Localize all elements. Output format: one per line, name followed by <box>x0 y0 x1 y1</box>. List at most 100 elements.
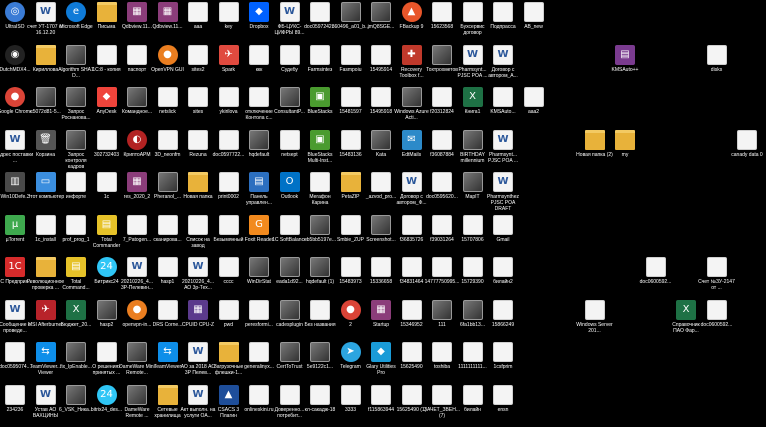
desktop-icon[interactable]: 1с_install <box>31 213 61 257</box>
desktop-icon[interactable]: Список на завод <box>183 213 213 257</box>
desktop-icon[interactable]: 15625490 (1) <box>397 383 427 427</box>
desktop-icon[interactable]: 24 Битрикс24 <box>92 255 122 299</box>
desktop-icon[interactable]: W Pharmsynthez PJSC POA DRAFT 1_class_18M… <box>487 170 519 214</box>
desktop-icon[interactable]: 15481597 <box>336 85 366 129</box>
desktop-icon[interactable]: f20312824 <box>427 85 457 129</box>
desktop-icon[interactable]: G Foxit Reader <box>244 213 274 257</box>
desktop-icon[interactable]: Запрос контроля кадров <box>61 128 91 172</box>
desktop-icon[interactable]: О решениях принятых ... <box>92 340 122 384</box>
desktop-icon[interactable]: X Книга1 <box>458 85 488 129</box>
desktop-icon[interactable]: doc0595074... <box>0 340 31 384</box>
desktop-icon[interactable]: Algorithm SHA1 D... <box>58 43 94 87</box>
desktop-icon[interactable]: cadesplugin <box>275 298 305 342</box>
desktop-icon[interactable]: Gmail <box>488 213 518 257</box>
desktop-icon[interactable]: ▥ Win10Defe... <box>0 170 30 214</box>
desktop-icon[interactable]: DameWare Mini Remote... <box>119 340 155 384</box>
desktop-icon[interactable]: Бухсервис договор <box>458 0 488 44</box>
desktop-icon[interactable]: f36835726 <box>397 213 427 257</box>
desktop-icon[interactable]: 15495918 <box>366 85 396 129</box>
desktop-icon[interactable]: ккк <box>244 43 274 87</box>
desktop-icon[interactable]: sites <box>183 85 213 129</box>
desktop-icon[interactable]: W Договор с автором_Ф... <box>396 170 427 214</box>
desktop-icon[interactable]: паспорт <box>122 43 152 87</box>
desktop-icon[interactable]: 1С:8 - копия <box>92 43 122 87</box>
desktop-icon[interactable]: fix_IpEnable... <box>60 340 92 384</box>
desktop-icon[interactable]: Rezuna <box>183 128 213 172</box>
desktop-icon[interactable]: ▭ Этот компьютер <box>27 170 64 214</box>
desktop-icon[interactable]: ● Google Chrome <box>0 85 33 129</box>
desktop-icon[interactable]: ▣ BlueStacks Multi-Inst... <box>305 128 335 172</box>
desktop-icon[interactable]: doc0600592... <box>701 298 732 342</box>
desktop-icon[interactable]: ▤ Панель управлен... <box>244 170 274 214</box>
desktop-icon[interactable]: 1С 1С Предприя... <box>0 255 32 299</box>
desktop-icon[interactable]: 15866249 <box>488 298 518 342</box>
desktop-icon[interactable]: Wсчет УТ-1707 от 16.12.20 <box>27 0 64 44</box>
desktop-icon[interactable]: 15623568 <box>427 0 457 44</box>
desktop-icon[interactable]: 234236 <box>0 383 30 427</box>
desktop-icon[interactable]: Судебу <box>275 43 305 87</box>
desktop-icon[interactable]: W ФБ-ЦУКС-ЦИФРЫ 89... <box>275 0 305 44</box>
desktop-icon[interactable]: Новая папка (2) <box>576 128 613 172</box>
desktop-icon[interactable]: ▤ Total Commander <box>92 213 122 257</box>
desktop-icon[interactable]: ▦ res_2020_2 <box>122 170 152 214</box>
desktop-icon[interactable]: DameWare Remote ... <box>122 383 152 427</box>
desktop-icon[interactable]: doc0595620... <box>426 170 458 214</box>
desktop-icon[interactable]: eada1d92... <box>275 255 305 299</box>
desktop-icon[interactable]: ⇆ TeamViewer <box>153 340 183 384</box>
desktop-icon[interactable]: canady data 0 <box>731 128 763 172</box>
desktop-icon[interactable]: ● openvpn-in... <box>122 298 152 342</box>
desktop-icon[interactable]: ▦ Startup <box>366 298 396 342</box>
desktop-icon[interactable]: AB_new <box>519 0 549 44</box>
desktop-icon[interactable]: ▣ BlueStacks <box>305 85 335 129</box>
desktop-icon[interactable]: key <box>214 0 244 44</box>
desktop-icon[interactable]: µ µTorrent <box>0 213 30 257</box>
desktop-icon[interactable]: ● 2 <box>336 298 366 342</box>
desktop-icon[interactable]: ensn <box>488 383 518 427</box>
desktop-icon[interactable]: Письма <box>92 0 122 44</box>
desktop-icon[interactable]: PetaZIP <box>336 170 366 214</box>
desktop-icon[interactable]: Pheranol_... <box>153 170 183 214</box>
desktop-icon[interactable]: ◉ DutchMDX4... <box>0 43 31 87</box>
desktop-icon[interactable]: 15495914 <box>366 43 396 87</box>
desktop-icon[interactable]: Kata <box>366 128 396 172</box>
desktop-icon[interactable]: doc0597242... <box>304 0 336 44</box>
desktop-icon[interactable]: W Договор с автором_A... <box>488 43 518 87</box>
desktop-icon[interactable]: Windows Azure Acti... <box>394 85 429 129</box>
desktop-icon[interactable]: 1с <box>92 170 122 214</box>
desktop-icon[interactable]: e Microsoft Edge <box>59 0 93 44</box>
desktop-icon[interactable]: onlineskini.ru <box>244 383 274 427</box>
desktop-icon[interactable]: hqdefault <box>244 128 274 172</box>
desktop-icon[interactable]: Загрузочные флешки-1... <box>214 340 244 384</box>
desktop-icon[interactable]: ▲ CSACS 3 Плагин <box>214 383 244 427</box>
desktop-icon[interactable]: Командное... <box>122 85 152 129</box>
desktop-icon[interactable]: f115863944 <box>366 383 396 427</box>
desktop-icon[interactable]: BIRTHDAY millennium <box>458 128 488 172</box>
desktop-icon[interactable]: f39031264 <box>427 213 457 257</box>
desktop-icon[interactable]: 1111111111... <box>458 340 488 384</box>
desktop-icon[interactable]: print0002 <box>214 170 244 214</box>
desktop-icon[interactable]: W Pharmsynt... PJSC POA ... <box>488 128 518 172</box>
desktop-icon[interactable]: Screenshot... <box>366 213 396 257</box>
desktop-icon[interactable]: 15729390 <box>458 255 488 299</box>
desktop-icon[interactable]: ✉ EdtMails <box>397 128 427 172</box>
desktop-icon[interactable]: my <box>610 128 640 172</box>
desktop-icon[interactable]: f34831464 <box>397 255 427 299</box>
desktop-icon[interactable]: 🗑 Корзина <box>31 128 61 172</box>
desktop-icon[interactable]: hqdefault (1) <box>305 255 335 299</box>
desktop-icon[interactable]: ✈ Spark <box>214 43 244 87</box>
desktop-icon[interactable]: ● OpenVPN GUI <box>151 43 184 87</box>
desktop-icon[interactable]: Windows Server 201... <box>576 298 613 342</box>
desktop-icon[interactable]: Smbie_ZUP <box>336 213 366 257</box>
desktop-icon[interactable]: кл-сакадж-18 <box>305 383 335 427</box>
desktop-icon[interactable]: hasp2 <box>92 298 122 342</box>
desktop-icon[interactable]: Fasmpoiu <box>336 43 366 87</box>
desktop-icon[interactable]: 15483136 <box>336 128 366 172</box>
desktop-icon[interactable]: 24 bitrix24_des... <box>91 383 122 427</box>
desktop-icon[interactable]: Мегафон Карина <box>305 170 335 214</box>
desktop-icon[interactable]: ▦ Qdbview.11... <box>122 0 152 44</box>
desktop-icon[interactable]: 6_VSK_Ника... <box>59 383 93 427</box>
desktop-icon[interactable]: билайн2 <box>488 255 518 299</box>
desktop-icon[interactable]: ykirilova <box>214 85 244 129</box>
desktop-icon[interactable]: Без названия <box>304 298 336 342</box>
desktop-icon[interactable]: Новая папка <box>183 170 213 214</box>
